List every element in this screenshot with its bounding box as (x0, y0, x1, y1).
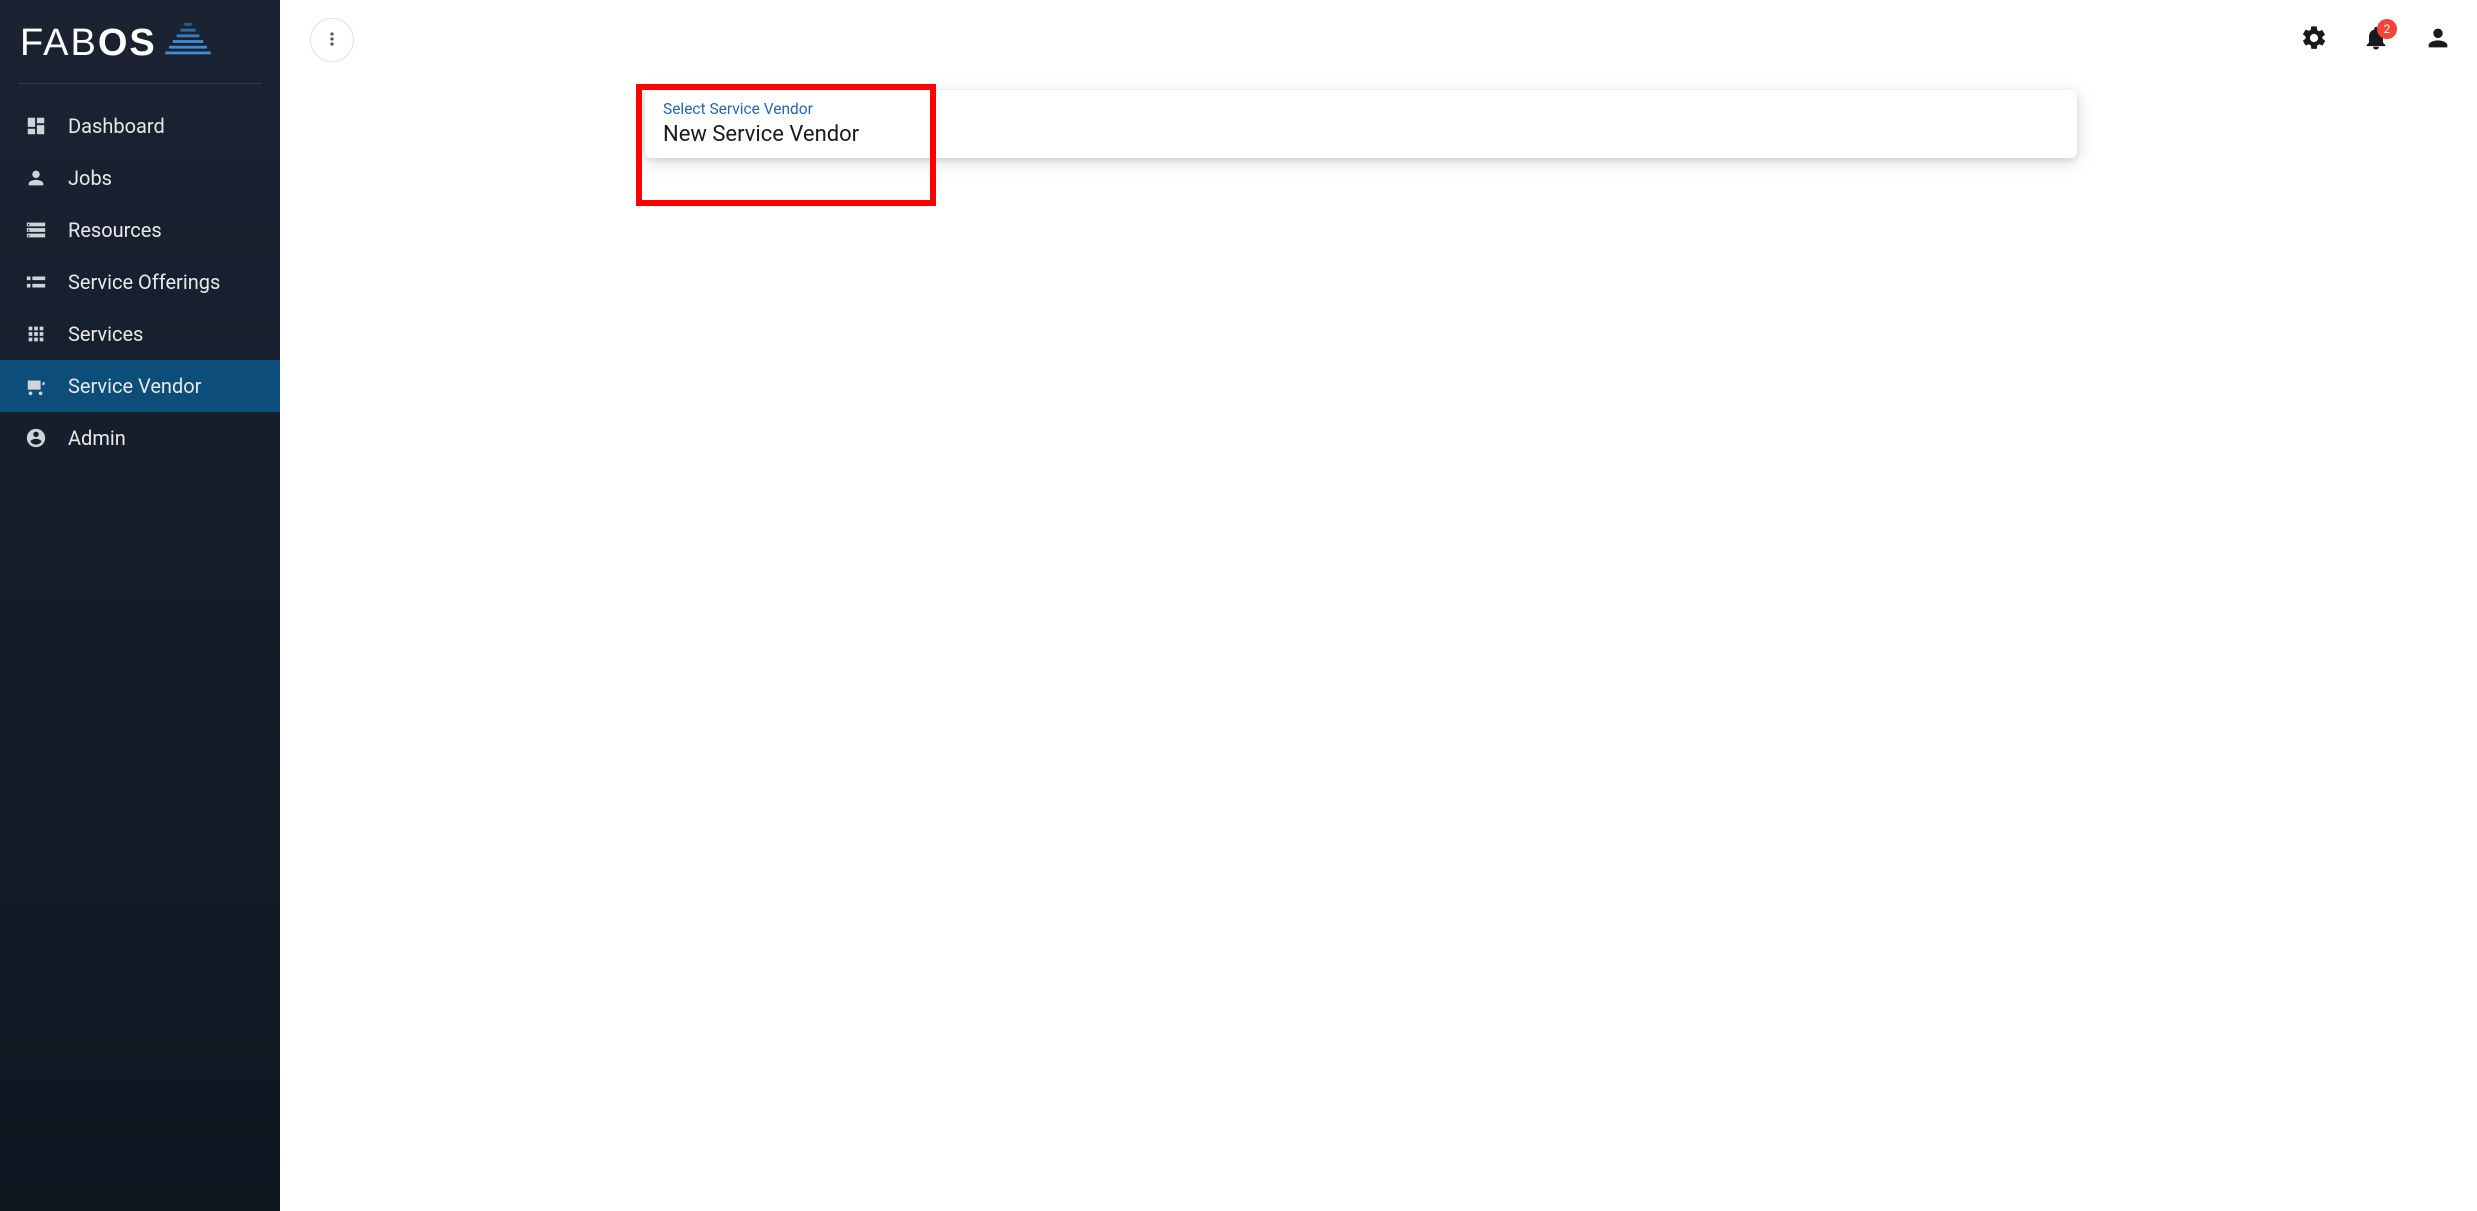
sidebar-nav: Dashboard Jobs Resources Service Offerin… (0, 94, 280, 464)
vendor-icon (24, 374, 48, 398)
apps-icon (24, 322, 48, 346)
sidebar-item-label: Services (68, 322, 143, 346)
brand-logo[interactable]: FABOS (0, 0, 280, 83)
select-service-vendor-field[interactable]: Select Service Vendor New Service Vendor (645, 90, 2077, 158)
more-menu-button[interactable] (310, 18, 354, 62)
sidebar: FABOS (0, 0, 280, 1211)
sidebar-item-label: Resources (68, 218, 162, 242)
account-button[interactable] (2423, 25, 2453, 55)
admin-icon (24, 426, 48, 450)
notifications-button[interactable]: 2 (2361, 25, 2391, 55)
sidebar-divider (18, 83, 262, 84)
sidebar-item-resources[interactable]: Resources (0, 204, 280, 256)
sidebar-item-label: Service Offerings (68, 270, 220, 294)
topbar: 2 (280, 0, 2477, 80)
main-area: 2 Select Service Vendor New Service Vend… (280, 0, 2477, 1211)
select-value: New Service Vendor (663, 122, 2059, 147)
sidebar-item-service-vendor[interactable]: Service Vendor (0, 360, 280, 412)
sidebar-item-admin[interactable]: Admin (0, 412, 280, 464)
content-area: Select Service Vendor New Service Vendor (280, 80, 2477, 1211)
offerings-icon (24, 270, 48, 294)
sidebar-item-service-offerings[interactable]: Service Offerings (0, 256, 280, 308)
sidebar-item-label: Dashboard (68, 114, 165, 138)
more-vert-icon (322, 29, 342, 52)
sidebar-item-label: Service Vendor (68, 374, 201, 398)
dashboard-icon (24, 114, 48, 138)
person-icon (24, 166, 48, 190)
settings-button[interactable] (2299, 25, 2329, 55)
sidebar-item-jobs[interactable]: Jobs (0, 152, 280, 204)
brand-logo-icon (165, 23, 211, 65)
storage-icon (24, 218, 48, 242)
sidebar-item-services[interactable]: Services (0, 308, 280, 360)
sidebar-item-label: Admin (68, 426, 126, 450)
sidebar-item-dashboard[interactable]: Dashboard (0, 100, 280, 152)
select-label: Select Service Vendor (663, 100, 2059, 118)
gear-icon (2300, 24, 2328, 56)
notifications-badge: 2 (2377, 19, 2397, 39)
brand-logo-text: FABOS (20, 22, 157, 65)
person-icon (2424, 24, 2452, 56)
sidebar-item-label: Jobs (68, 166, 112, 190)
